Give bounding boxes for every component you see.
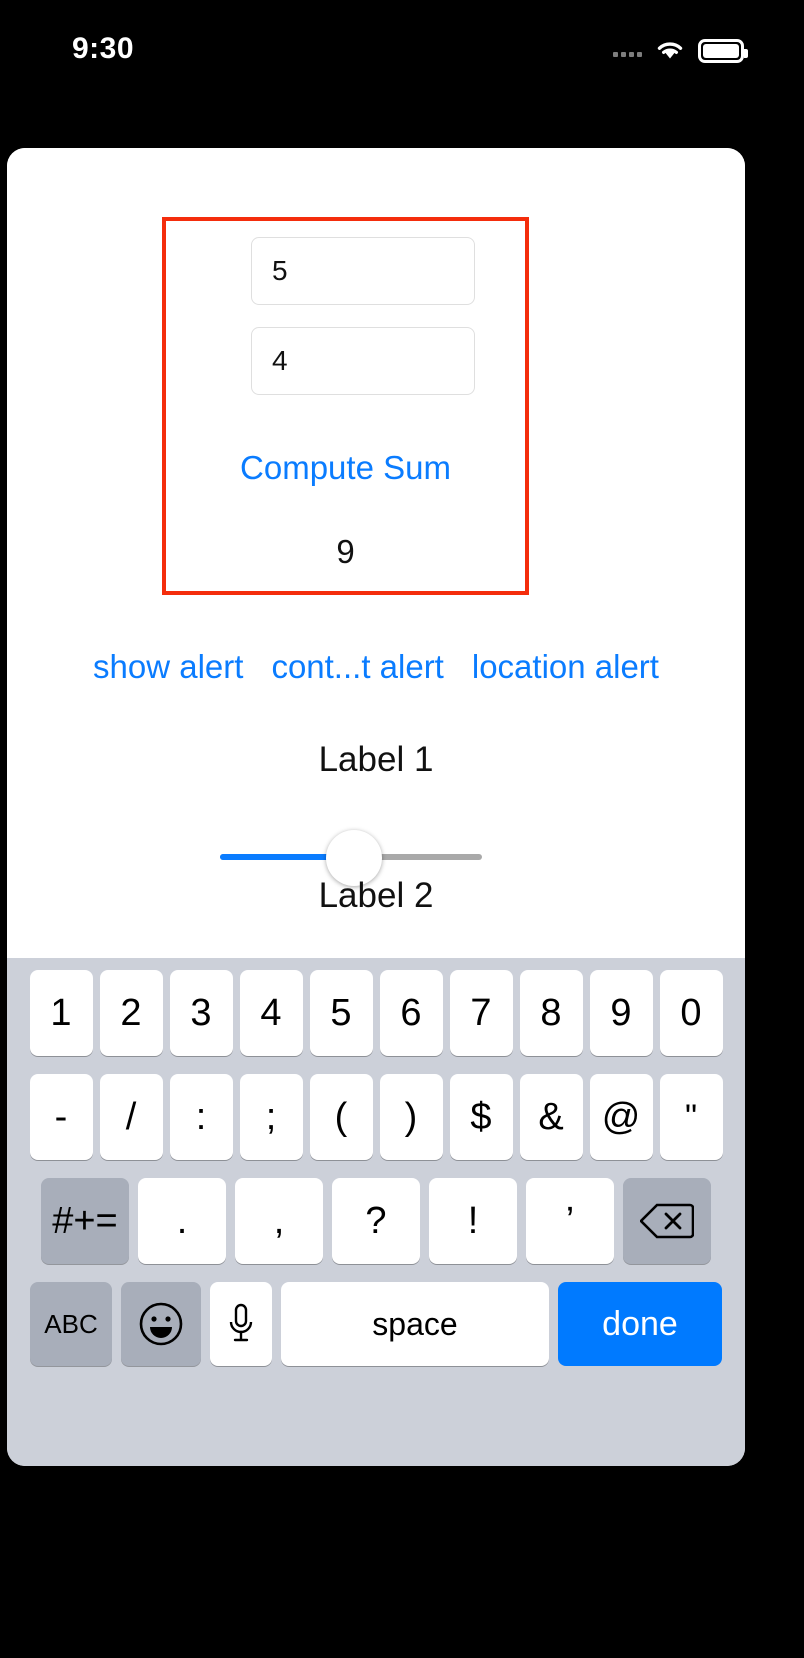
key-space[interactable]: space <box>281 1282 549 1366</box>
key-paren-close[interactable]: ) <box>379 1074 443 1160</box>
app-content: 5 4 Compute Sum 9 show alert cont...t al… <box>7 148 745 958</box>
on-screen-keyboard: 1 2 3 4 5 6 7 8 9 0 - / : ; ( ) $ & @ " … <box>7 958 745 1466</box>
key-2[interactable]: 2 <box>99 970 163 1056</box>
wifi-icon <box>654 37 686 66</box>
status-time: 9:30 <box>72 32 135 65</box>
content-alert-link[interactable]: cont...t alert <box>271 648 443 686</box>
keyboard-row-numbers: 1 2 3 4 5 6 7 8 9 0 <box>7 970 745 1056</box>
addend-b-input[interactable]: 4 <box>251 327 475 395</box>
phone-frame: 9:30 5 4 Compute Sum 9 show alert cont..… <box>0 0 804 1658</box>
key-5[interactable]: 5 <box>309 970 373 1056</box>
status-indicators <box>613 36 748 66</box>
app-window: 5 4 Compute Sum 9 show alert cont...t al… <box>7 148 745 1466</box>
keyboard-row-punctuation: #+= . , ? ! ’ <box>7 1178 745 1264</box>
key-at[interactable]: @ <box>589 1074 653 1160</box>
slider-label-bottom: Label 2 <box>318 876 434 915</box>
key-double-quote[interactable]: " <box>659 1074 723 1160</box>
key-slash[interactable]: / <box>99 1074 163 1160</box>
keyboard-row-symbols: - / : ; ( ) $ & @ " <box>7 1074 745 1160</box>
key-3[interactable]: 3 <box>169 970 233 1056</box>
slider-label-top: Label 1 <box>318 740 434 779</box>
key-period[interactable]: . <box>138 1178 226 1264</box>
key-0[interactable]: 0 <box>659 970 723 1056</box>
key-4[interactable]: 4 <box>239 970 303 1056</box>
show-alert-link[interactable]: show alert <box>93 648 243 686</box>
keyboard-row-bottom: ABC space done <box>7 1282 745 1366</box>
compute-sum-button[interactable]: Compute Sum <box>166 449 525 487</box>
status-bar: 9:30 <box>0 0 804 120</box>
addend-a-input[interactable]: 5 <box>251 237 475 305</box>
key-abc-switch[interactable]: ABC <box>30 1282 112 1366</box>
key-8[interactable]: 8 <box>519 970 583 1056</box>
key-apostrophe[interactable]: ’ <box>526 1178 614 1264</box>
battery-icon <box>698 39 748 63</box>
key-7[interactable]: 7 <box>449 970 513 1056</box>
emoji-smiley-icon[interactable] <box>121 1282 201 1366</box>
key-ampersand[interactable]: & <box>519 1074 583 1160</box>
key-6[interactable]: 6 <box>379 970 443 1056</box>
key-9[interactable]: 9 <box>589 970 653 1056</box>
sum-result-value: 9 <box>336 533 355 570</box>
key-done[interactable]: done <box>558 1282 722 1366</box>
key-colon[interactable]: : <box>169 1074 233 1160</box>
signal-dots-icon <box>613 45 642 57</box>
microphone-icon[interactable] <box>210 1282 272 1366</box>
key-exclamation[interactable]: ! <box>429 1178 517 1264</box>
key-semicolon[interactable]: ; <box>239 1074 303 1160</box>
key-comma[interactable]: , <box>235 1178 323 1264</box>
key-1[interactable]: 1 <box>29 970 93 1056</box>
backspace-icon[interactable] <box>623 1178 711 1264</box>
alert-links-row: show alert cont...t alert location alert <box>7 648 745 686</box>
location-alert-link[interactable]: location alert <box>472 648 659 686</box>
key-dollar[interactable]: $ <box>449 1074 513 1160</box>
key-question[interactable]: ? <box>332 1178 420 1264</box>
sum-form-highlight: 5 4 Compute Sum 9 <box>162 217 529 595</box>
key-more-symbols[interactable]: #+= <box>41 1178 129 1264</box>
key-paren-open[interactable]: ( <box>309 1074 373 1160</box>
key-hyphen[interactable]: - <box>29 1074 93 1160</box>
